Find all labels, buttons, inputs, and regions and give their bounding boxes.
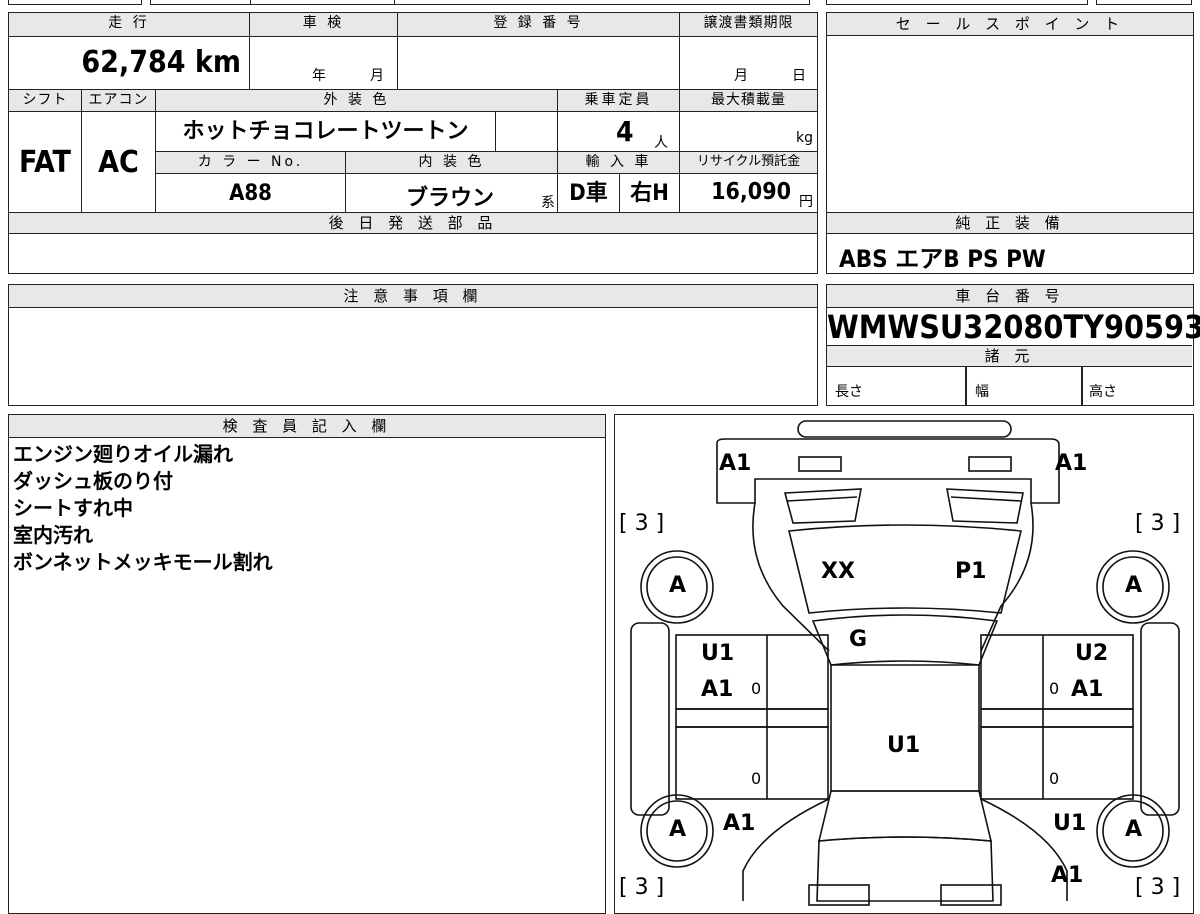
sales-point-header: セ ー ル ス ポ イ ン ト xyxy=(827,13,1193,36)
inspector-note: シートすれ中 xyxy=(13,496,133,520)
later-parts-box: 後 日 発 送 部 品 xyxy=(8,212,818,274)
max-load-unit: kg xyxy=(796,130,813,146)
damage-rear-right-2: A1 xyxy=(1051,863,1084,888)
damage-roof: U1 xyxy=(887,733,921,758)
chassis-number: WMWSU32080TY90593 xyxy=(827,308,1200,346)
interior-color-cell: ブラウン 系 xyxy=(345,173,557,212)
color-no-value: A88 xyxy=(155,173,345,212)
exterior-color-value: ホットチョコレートツートン xyxy=(155,111,495,151)
inspector-header: 検 査 員 記 入 欄 xyxy=(9,415,605,438)
max-load-value-cell: kg xyxy=(679,111,817,151)
chassis-box: 車 台 番 号 WMWSU32080TY90593 諸 元 長さ 幅 高さ xyxy=(826,284,1200,406)
damage-bonnet-left: XX xyxy=(821,559,855,584)
tire-rear-left-label: A xyxy=(669,817,687,842)
damage-front-door-left-1: U1 xyxy=(701,641,735,666)
vehicle-info-table: 走 行 車 検 登 録 番 号 譲渡書類期限 62,784 km 年 月 月 日… xyxy=(8,12,818,213)
transfer-day-unit: 日 xyxy=(792,68,806,84)
inspector-note: ボンネットメッキモール割れ xyxy=(13,550,273,574)
damage-cowl: G xyxy=(849,627,868,652)
damage-rear-right-1: U1 xyxy=(1053,811,1087,836)
bracket-top-left: [ 3 ] xyxy=(619,511,665,536)
interior-color-suffix: 系 xyxy=(541,195,555,211)
specs-header: 諸 元 xyxy=(827,345,1192,367)
sales-point-box: セ ー ル ス ポ イ ン ト xyxy=(826,12,1194,213)
top-strip xyxy=(0,0,1200,6)
tire-rear-right-label: A xyxy=(1125,817,1143,842)
color-no-header: カ ラ ー No. xyxy=(155,151,345,173)
max-load-header: 最大積載量 xyxy=(679,89,817,111)
inspector-note: ダッシュ板のり付 xyxy=(13,469,173,493)
inspector-notes: エンジン廻りオイル漏れ ダッシュ板のり付 シートすれ中 室内汚れ ボンネットメッ… xyxy=(13,441,273,576)
interior-color-value: ブラウン xyxy=(406,186,495,211)
exterior-color-extra xyxy=(495,111,557,151)
inspection-value: 年 月 xyxy=(249,37,397,89)
mileage-header: 走 行 xyxy=(9,13,249,37)
interior-color-header: 内 装 色 xyxy=(345,151,557,173)
capacity-value: 4 xyxy=(616,115,634,148)
import-type-value: D車 xyxy=(557,173,619,212)
spec-length-label: 長さ xyxy=(835,384,863,400)
genuine-equipment-value: ABS エアB PS PW xyxy=(839,245,1046,273)
zero-mark: 0 xyxy=(1049,679,1060,698)
chassis-header: 車 台 番 号 xyxy=(827,285,1193,308)
inspector-note: エンジン廻りオイル漏れ xyxy=(13,442,233,466)
mileage-value: 62,784 km xyxy=(81,45,241,80)
bracket-top-right: [ 3 ] xyxy=(1135,511,1181,536)
steering-value: 右H xyxy=(619,173,679,212)
capacity-value-cell: 4 人 xyxy=(557,111,679,151)
transfer-month-unit: 月 xyxy=(734,68,748,84)
inspection-header: 車 検 xyxy=(249,13,397,37)
import-header: 輸 入 車 xyxy=(557,151,679,173)
shift-header: シフト xyxy=(9,89,81,111)
car-damage-diagram: A1 A1 XX P1 G U1 A1 U2 A1 U1 A1 U1 A1 A … xyxy=(614,414,1194,914)
inspector-box: 検 査 員 記 入 欄 エンジン廻りオイル漏れ ダッシュ板のり付 シートすれ中 … xyxy=(8,414,606,914)
inspection-month-unit: 月 xyxy=(370,68,384,84)
genuine-equipment-header: 純 正 装 備 xyxy=(827,213,1193,234)
damage-front-door-right-1: U2 xyxy=(1075,641,1109,666)
inspection-year-unit: 年 xyxy=(312,68,326,84)
inspector-note: 室内汚れ xyxy=(13,523,93,547)
spec-width-label: 幅 xyxy=(975,384,989,400)
damage-front-right: A1 xyxy=(1055,451,1088,476)
shift-value: FAT xyxy=(9,111,81,212)
transfer-deadline-value: 月 日 xyxy=(679,37,817,89)
damage-front-door-left-2: A1 xyxy=(701,677,734,702)
damage-front-left: A1 xyxy=(719,451,752,476)
zero-mark: 0 xyxy=(1049,769,1060,788)
zero-mark: 0 xyxy=(751,679,762,698)
recycle-header: リサイクル預託金 xyxy=(679,151,817,173)
caution-header: 注 意 事 項 欄 xyxy=(9,285,817,308)
capacity-unit: 人 xyxy=(654,135,668,151)
damage-rear-left: A1 xyxy=(723,811,756,836)
zero-mark: 0 xyxy=(751,769,762,788)
spec-height-label: 高さ xyxy=(1089,384,1117,400)
registration-value xyxy=(397,37,679,89)
bracket-bottom-left: [ 3 ] xyxy=(619,875,665,900)
damage-front-door-right-2: A1 xyxy=(1071,677,1104,702)
exterior-color-header: 外 装 色 xyxy=(155,89,557,111)
recycle-unit: 円 xyxy=(799,194,813,210)
registration-header: 登 録 番 号 xyxy=(397,13,679,37)
ac-value: AC xyxy=(81,111,155,212)
tire-front-right-label: A xyxy=(1125,573,1143,598)
recycle-value-cell: 16,090 円 xyxy=(679,173,817,212)
genuine-equipment-box: 純 正 装 備 ABS エアB PS PW xyxy=(826,212,1194,274)
damage-bonnet-right: P1 xyxy=(955,559,987,584)
tire-front-left-label: A xyxy=(669,573,687,598)
later-parts-header: 後 日 発 送 部 品 xyxy=(9,213,817,234)
recycle-fee-value: 16,090 xyxy=(711,179,791,205)
transfer-deadline-header: 譲渡書類期限 xyxy=(679,13,817,37)
caution-box: 注 意 事 項 欄 xyxy=(8,284,818,406)
bracket-bottom-right: [ 3 ] xyxy=(1135,875,1181,900)
capacity-header: 乗車定員 xyxy=(557,89,679,111)
ac-header: エアコン xyxy=(81,89,155,111)
